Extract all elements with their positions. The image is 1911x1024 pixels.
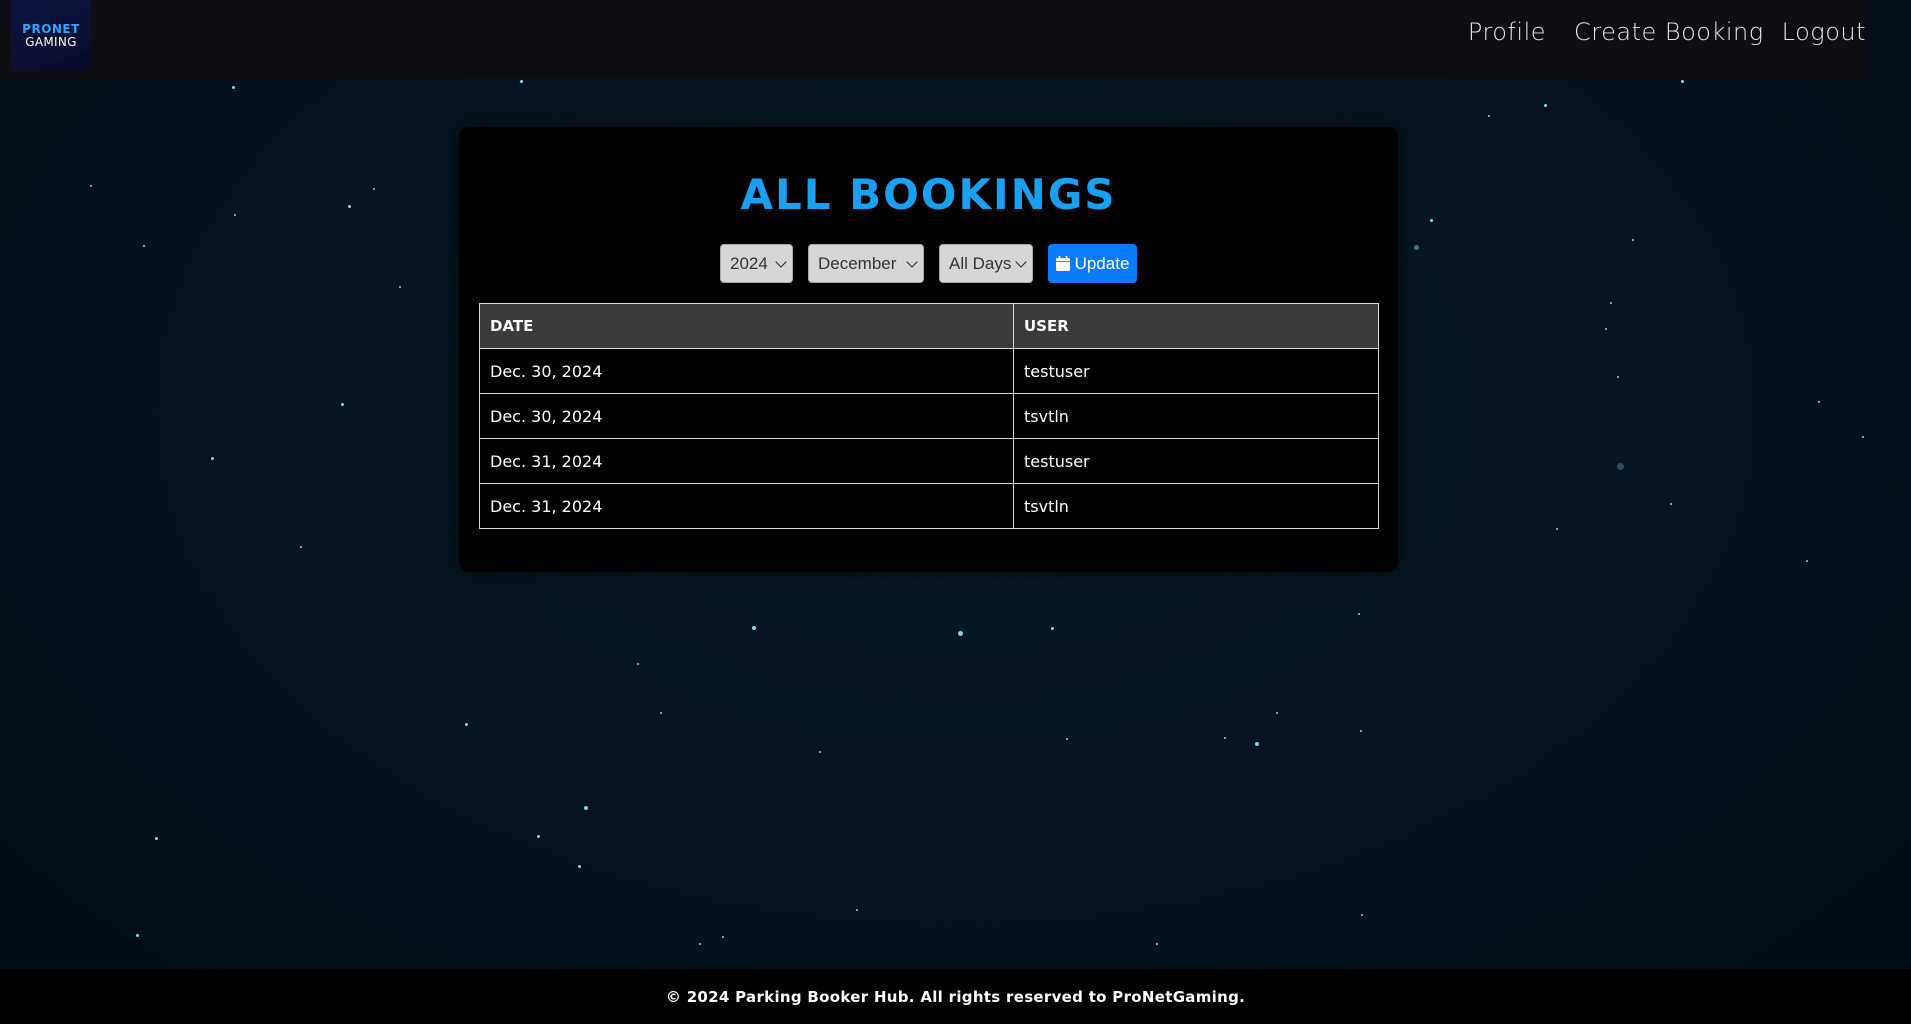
year-select-value: 2024 xyxy=(730,253,768,273)
nav-logout-link[interactable]: Logout xyxy=(1782,18,1866,46)
calendar-icon xyxy=(1055,256,1070,271)
nav-profile-link[interactable]: Profile xyxy=(1468,18,1546,46)
table-row: Dec. 30, 2024 testuser xyxy=(479,348,1379,394)
table-row: Dec. 30, 2024 tsvtln xyxy=(479,393,1379,439)
cell-user: testuser xyxy=(1013,348,1379,394)
days-select[interactable]: All Days xyxy=(939,244,1033,283)
cell-user: tsvtln xyxy=(1013,393,1379,439)
bookings-table: DATE USER Dec. 30, 2024 testuser Dec. 30… xyxy=(479,303,1379,529)
nav-links: Profile Create Booking Logout xyxy=(1468,18,1866,46)
month-select[interactable]: December xyxy=(808,244,924,283)
days-select-value: All Days xyxy=(949,253,1012,273)
table-row: Dec. 31, 2024 tsvtln xyxy=(479,483,1379,529)
chevron-down-icon xyxy=(1015,256,1027,268)
bookings-card: ALL BOOKINGS 2024 December All Days Upda… xyxy=(459,127,1398,572)
page-title: ALL BOOKINGS xyxy=(740,170,1117,219)
page-footer: © 2024 Parking Booker Hub. All rights re… xyxy=(0,969,1911,1024)
chevron-down-icon xyxy=(906,256,918,268)
cell-user: tsvtln xyxy=(1013,483,1379,529)
chevron-down-icon xyxy=(775,256,787,268)
cell-date: Dec. 31, 2024 xyxy=(479,438,1014,484)
pronet-gaming-logo[interactable]: PRONET GAMING xyxy=(11,0,91,71)
column-header-user: USER xyxy=(1013,303,1379,349)
column-header-date: DATE xyxy=(479,303,1014,349)
top-navbar: PRONET GAMING Profile Create Booking Log… xyxy=(0,0,1866,78)
update-button-label: Update xyxy=(1074,253,1130,273)
cell-date: Dec. 31, 2024 xyxy=(479,483,1014,529)
table-header-row: DATE USER xyxy=(479,303,1379,349)
month-select-value: December xyxy=(818,253,897,273)
footer-copyright-text: © 2024 Parking Booker Hub. All rights re… xyxy=(665,987,1246,1006)
cell-user: testuser xyxy=(1013,438,1379,484)
table-row: Dec. 31, 2024 testuser xyxy=(479,438,1379,484)
nav-create-booking-link[interactable]: Create Booking xyxy=(1574,18,1764,46)
update-button[interactable]: Update xyxy=(1048,244,1137,283)
cell-date: Dec. 30, 2024 xyxy=(479,393,1014,439)
logo-text-pronet: PRONET xyxy=(22,21,80,36)
cell-date: Dec. 30, 2024 xyxy=(479,348,1014,394)
filter-bar: 2024 December All Days Update xyxy=(459,244,1398,283)
year-select[interactable]: 2024 xyxy=(720,244,793,283)
logo-text-gaming: GAMING xyxy=(25,34,77,49)
